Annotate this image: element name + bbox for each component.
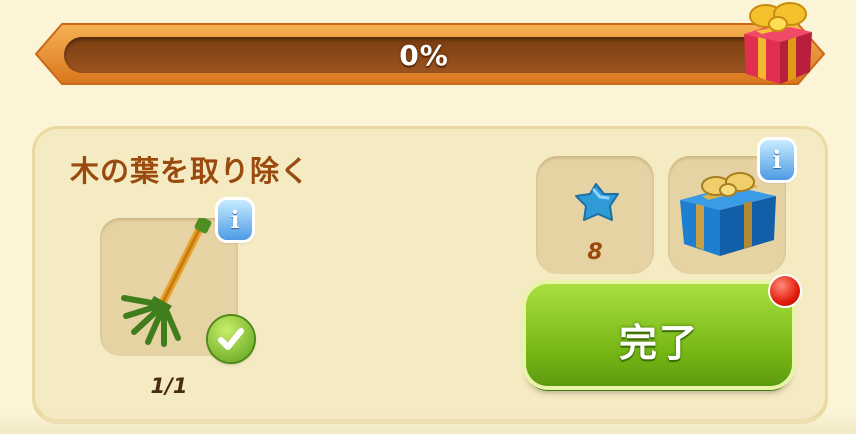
progress-percent: 0% bbox=[399, 39, 449, 72]
reward-slot-gems[interactable]: 8 bbox=[536, 156, 654, 274]
checkmark-icon bbox=[208, 316, 254, 362]
bottom-edge bbox=[0, 412, 856, 434]
progress-track: 0% bbox=[64, 37, 784, 73]
task-title: 木の葉を取り除く bbox=[70, 154, 311, 188]
notification-dot bbox=[770, 276, 800, 306]
complete-button[interactable]: 完了 bbox=[526, 284, 792, 386]
task-panel: 木の葉を取り除く i 1/1 8 i 完了 bbox=[32, 126, 828, 422]
reward-info-button[interactable]: i bbox=[760, 140, 794, 180]
blue-star-gem-icon bbox=[575, 183, 619, 221]
complete-button-label: 完了 bbox=[618, 321, 699, 365]
item-count: 1/1 bbox=[150, 374, 188, 398]
gift-box-icon[interactable] bbox=[736, 0, 816, 86]
item-info-button[interactable]: i bbox=[218, 200, 252, 240]
progress-bar: 0% bbox=[34, 22, 826, 86]
reward-gem-amount: 8 bbox=[587, 240, 603, 265]
